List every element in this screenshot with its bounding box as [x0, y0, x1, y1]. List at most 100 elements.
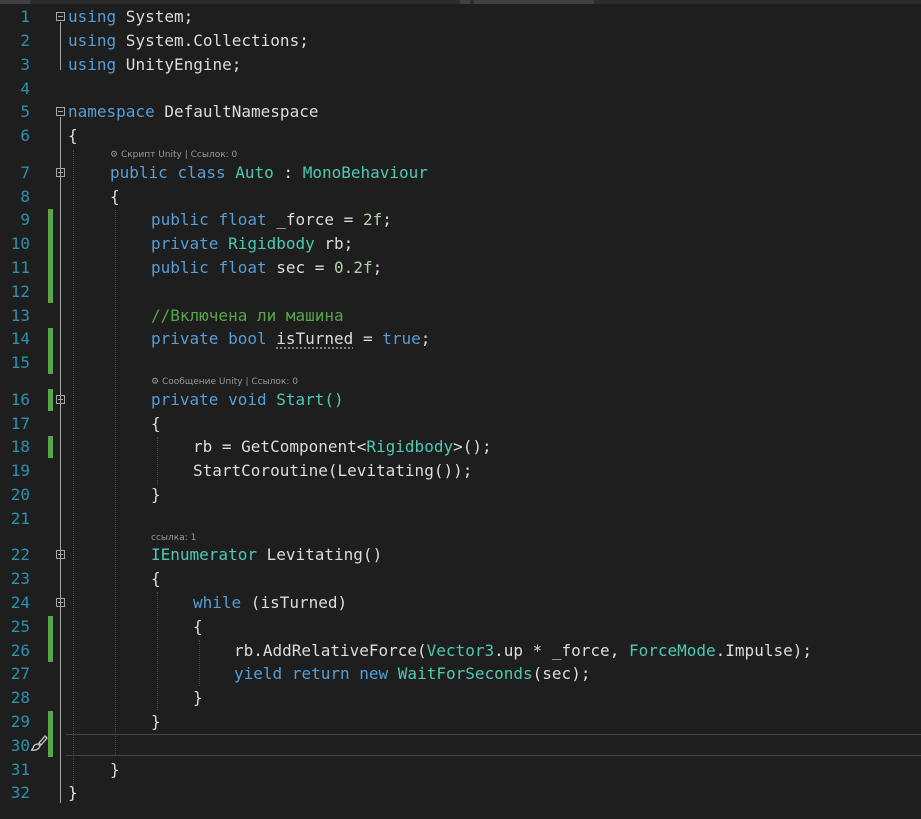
code-line-25[interactable]: { [193, 616, 203, 638]
code-line-13[interactable]: //Включена ли машина [151, 305, 344, 327]
keyword: namespace [68, 102, 155, 121]
current-line-highlight [66, 734, 921, 756]
type-name: WaitForSeconds [397, 664, 533, 683]
code-line-7[interactable]: public class Auto : MonoBehaviour [110, 162, 428, 184]
keyword: using [68, 7, 117, 26]
code-line-3[interactable]: using UnityEngine; [68, 54, 241, 76]
code-text: UnityEngine; [116, 55, 242, 74]
line-number: 13 [10, 306, 30, 325]
line-number: 18 [10, 437, 30, 456]
keyword: while [193, 593, 242, 612]
code-line-29[interactable]: } [151, 711, 161, 733]
code-line-8[interactable]: { [110, 186, 120, 208]
code-line-32[interactable]: } [68, 782, 78, 804]
code-text: = [353, 329, 383, 348]
code-text: _force = [266, 210, 363, 229]
code-line-31[interactable]: } [110, 759, 120, 781]
code-line-14[interactable]: private bool isTurned = true; [151, 328, 430, 350]
code-line-11[interactable]: public float sec = 0.2f; [151, 257, 382, 279]
line-number: 21 [10, 509, 30, 528]
line-number: 10 [10, 234, 30, 253]
keyword: bool [228, 329, 267, 348]
code-text: ; [372, 258, 383, 277]
code-line-1[interactable]: using System; [68, 6, 193, 28]
code-text: (sec); [532, 664, 591, 683]
keyword: public [110, 163, 168, 182]
line-number: 20 [10, 485, 30, 504]
indent-guide [157, 592, 158, 710]
line-number: 24 [10, 593, 30, 612]
codelens-levitating[interactable]: ссылка: 1 [151, 533, 196, 543]
line-number: 28 [10, 688, 30, 707]
codelens-text: ссылка: 1 [151, 533, 197, 543]
code-text: : [273, 163, 303, 182]
code-line-5[interactable]: namespace DefaultNamespace [68, 101, 318, 123]
number-literal: 0.2f [334, 258, 373, 277]
code-line-10[interactable]: private Rigidbody rb; [151, 233, 353, 255]
type-name: ForceMode [628, 641, 716, 660]
fold-collapse-icon[interactable] [56, 12, 65, 21]
code-text: .Impulse); [715, 641, 812, 660]
tab-strip-segment[interactable] [460, 0, 470, 4]
code-line-26[interactable]: rb.AddRelativeForce(Vector3.up * _force,… [234, 640, 812, 662]
code-line-9[interactable]: public float _force = 2f; [151, 209, 392, 231]
keyword: using [68, 31, 117, 50]
keyword: float [218, 258, 267, 277]
codelens-class[interactable]: ⚙ Скрипт Unity | Ссылок: 0 [110, 150, 237, 160]
fold-collapse-icon[interactable] [56, 550, 65, 559]
keyword: public [151, 258, 209, 277]
line-number: 1 [20, 7, 30, 26]
codelens-start[interactable]: ⚙ Сообщение Unity | Ссылок: 0 [151, 377, 298, 387]
code-text: { [68, 126, 78, 145]
fold-collapse-icon[interactable] [56, 598, 65, 607]
fold-collapse-icon[interactable] [56, 107, 65, 116]
keyword: void [228, 390, 267, 409]
code-identifier: isTurned [276, 329, 354, 348]
keyword: private [151, 329, 219, 348]
keyword: float [218, 210, 267, 229]
line-number: 19 [10, 461, 30, 480]
fold-collapse-icon[interactable] [56, 168, 65, 177]
change-indicator [48, 328, 53, 374]
code-line-24[interactable]: while (isTurned) [193, 592, 347, 614]
keyword: return [291, 664, 350, 683]
code-line-28[interactable]: } [193, 687, 203, 709]
line-number: 31 [10, 760, 30, 779]
fold-collapse-icon[interactable] [56, 395, 65, 404]
code-line-20[interactable]: } [151, 484, 161, 506]
code-text: { [151, 414, 161, 433]
type-name: Vector3 [426, 641, 495, 660]
line-number: 12 [10, 282, 30, 301]
code-line-22[interactable]: IEnumerator Levitating() [151, 544, 382, 566]
code-text: >(); [453, 437, 492, 456]
codelens-text: Скрипт Unity | Ссылок: 0 [120, 150, 238, 160]
code-line-18[interactable]: rb = GetComponent<Rigidbody>(); [193, 436, 492, 458]
line-number: 23 [10, 569, 30, 588]
keyword: true [382, 329, 421, 348]
paintbrush-icon[interactable] [30, 734, 48, 752]
code-text: } [151, 712, 161, 731]
code-text: rb = GetComponent< [193, 437, 367, 456]
line-number: 14 [10, 329, 30, 348]
code-line-16[interactable]: private void Start() [151, 389, 344, 411]
code-line-23[interactable]: { [151, 568, 161, 590]
code-line-27[interactable]: yield return new WaitForSeconds(sec); [234, 663, 590, 685]
change-indicator [48, 711, 53, 757]
code-line-17[interactable]: { [151, 413, 161, 435]
code-line-6[interactable]: { [68, 125, 78, 147]
code-text: System; [116, 7, 194, 26]
tab-strip-segment[interactable] [474, 0, 594, 4]
code-comment: //Включена ли машина [151, 306, 344, 325]
code-line-2[interactable]: using System.Collections; [68, 30, 309, 52]
code-line-19[interactable]: StartCoroutine(Levitating()); [193, 460, 472, 482]
type-name: Rigidbody [366, 437, 454, 456]
indent-guide [199, 640, 200, 686]
line-number: 25 [10, 617, 30, 636]
type-name: IEnumerator [151, 545, 257, 564]
tab-strip [0, 0, 921, 4]
code-text: sec = [266, 258, 335, 277]
unity-icon: ⚙ [110, 150, 121, 160]
fold-outline [60, 117, 61, 803]
type-name: Rigidbody [228, 234, 315, 253]
code-text: (isTurned) [241, 593, 348, 612]
